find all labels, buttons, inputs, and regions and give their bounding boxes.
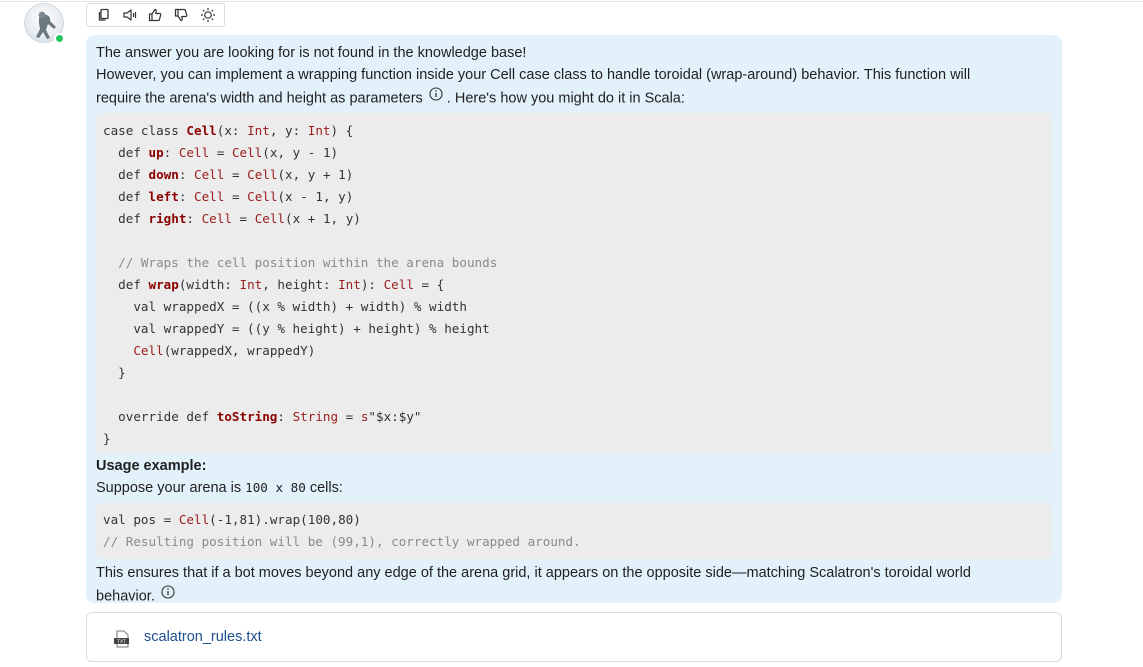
copy-button[interactable] (92, 5, 115, 25)
copy-icon (98, 8, 109, 21)
usage-description: Suppose your arena is 100 x 80 cells: (96, 480, 343, 496)
code-line: override def toString: String = s"$x:$y" (103, 409, 422, 424)
code-line: // Wraps the cell position within the ar… (118, 255, 498, 270)
code-line: def up: Cell = Cell(x, y - 1) (103, 145, 339, 160)
code-block-usage: val pos = Cell(-1,81).wrap(100,80) // Re… (96, 503, 1052, 559)
thumbs-down-button[interactable] (170, 5, 193, 25)
explanation-line-continued: require the arena's width and height as … (96, 86, 1052, 111)
thumbs-down-icon (174, 8, 188, 22)
thumbs-up-button[interactable] (144, 5, 167, 25)
code-line: case class Cell(x: Int, y: Int) { (103, 123, 354, 138)
bulb-icon (200, 8, 215, 22)
inline-code: 100 x 80 (245, 480, 306, 495)
attachment-card[interactable]: TXT scalatron_rules.txt (86, 612, 1062, 662)
closing-line: This ensures that if a bot moves beyond … (96, 565, 971, 581)
insight-button[interactable] (196, 5, 219, 25)
info-icon[interactable] (429, 86, 443, 108)
usage-heading: Usage example: (96, 458, 207, 474)
online-status-indicator (54, 33, 65, 44)
code-line: def right: Cell = Cell(x + 1, y) (103, 211, 361, 226)
message-actions-toolbar (86, 3, 225, 27)
assistant-message-bubble: The answer you are looking for is not fo… (86, 35, 1062, 604)
not-found-notice: The answer you are looking for is not fo… (96, 45, 527, 61)
code-line: val wrappedY = ((y % height) + height) %… (103, 321, 490, 336)
thumbs-up-icon (148, 8, 162, 22)
code-line: } (103, 365, 126, 380)
code-block-scala-cell: case class Cell(x: Int, y: Int) { def up… (96, 113, 1052, 453)
attachment-file-name[interactable]: scalatron_rules.txt (144, 629, 262, 645)
code-line: def down: Cell = Cell(x, y + 1) (103, 167, 354, 182)
svg-text:TXT: TXT (116, 639, 126, 645)
code-line: // Resulting position will be (99,1), co… (103, 534, 581, 549)
speaker-icon (122, 9, 136, 21)
code-line: def left: Cell = Cell(x - 1, y) (103, 189, 354, 204)
code-line: } (103, 431, 111, 446)
explanation-line: However, you can implement a wrapping fu… (96, 67, 971, 83)
top-divider (0, 1, 1143, 2)
code-line: val pos = Cell(-1,81).wrap(100,80) (103, 512, 361, 527)
txt-file-icon: TXT (114, 630, 129, 648)
code-line: Cell(wrappedX, wrappedY) (133, 343, 316, 358)
code-line: val wrappedX = ((x % width) + width) % w… (103, 299, 467, 314)
code-line: def wrap(width: Int, height: Int): Cell … (103, 277, 445, 292)
info-icon[interactable] (161, 584, 175, 606)
closing-line-continued: behavior. (96, 584, 1052, 609)
read-aloud-button[interactable] (118, 5, 141, 25)
